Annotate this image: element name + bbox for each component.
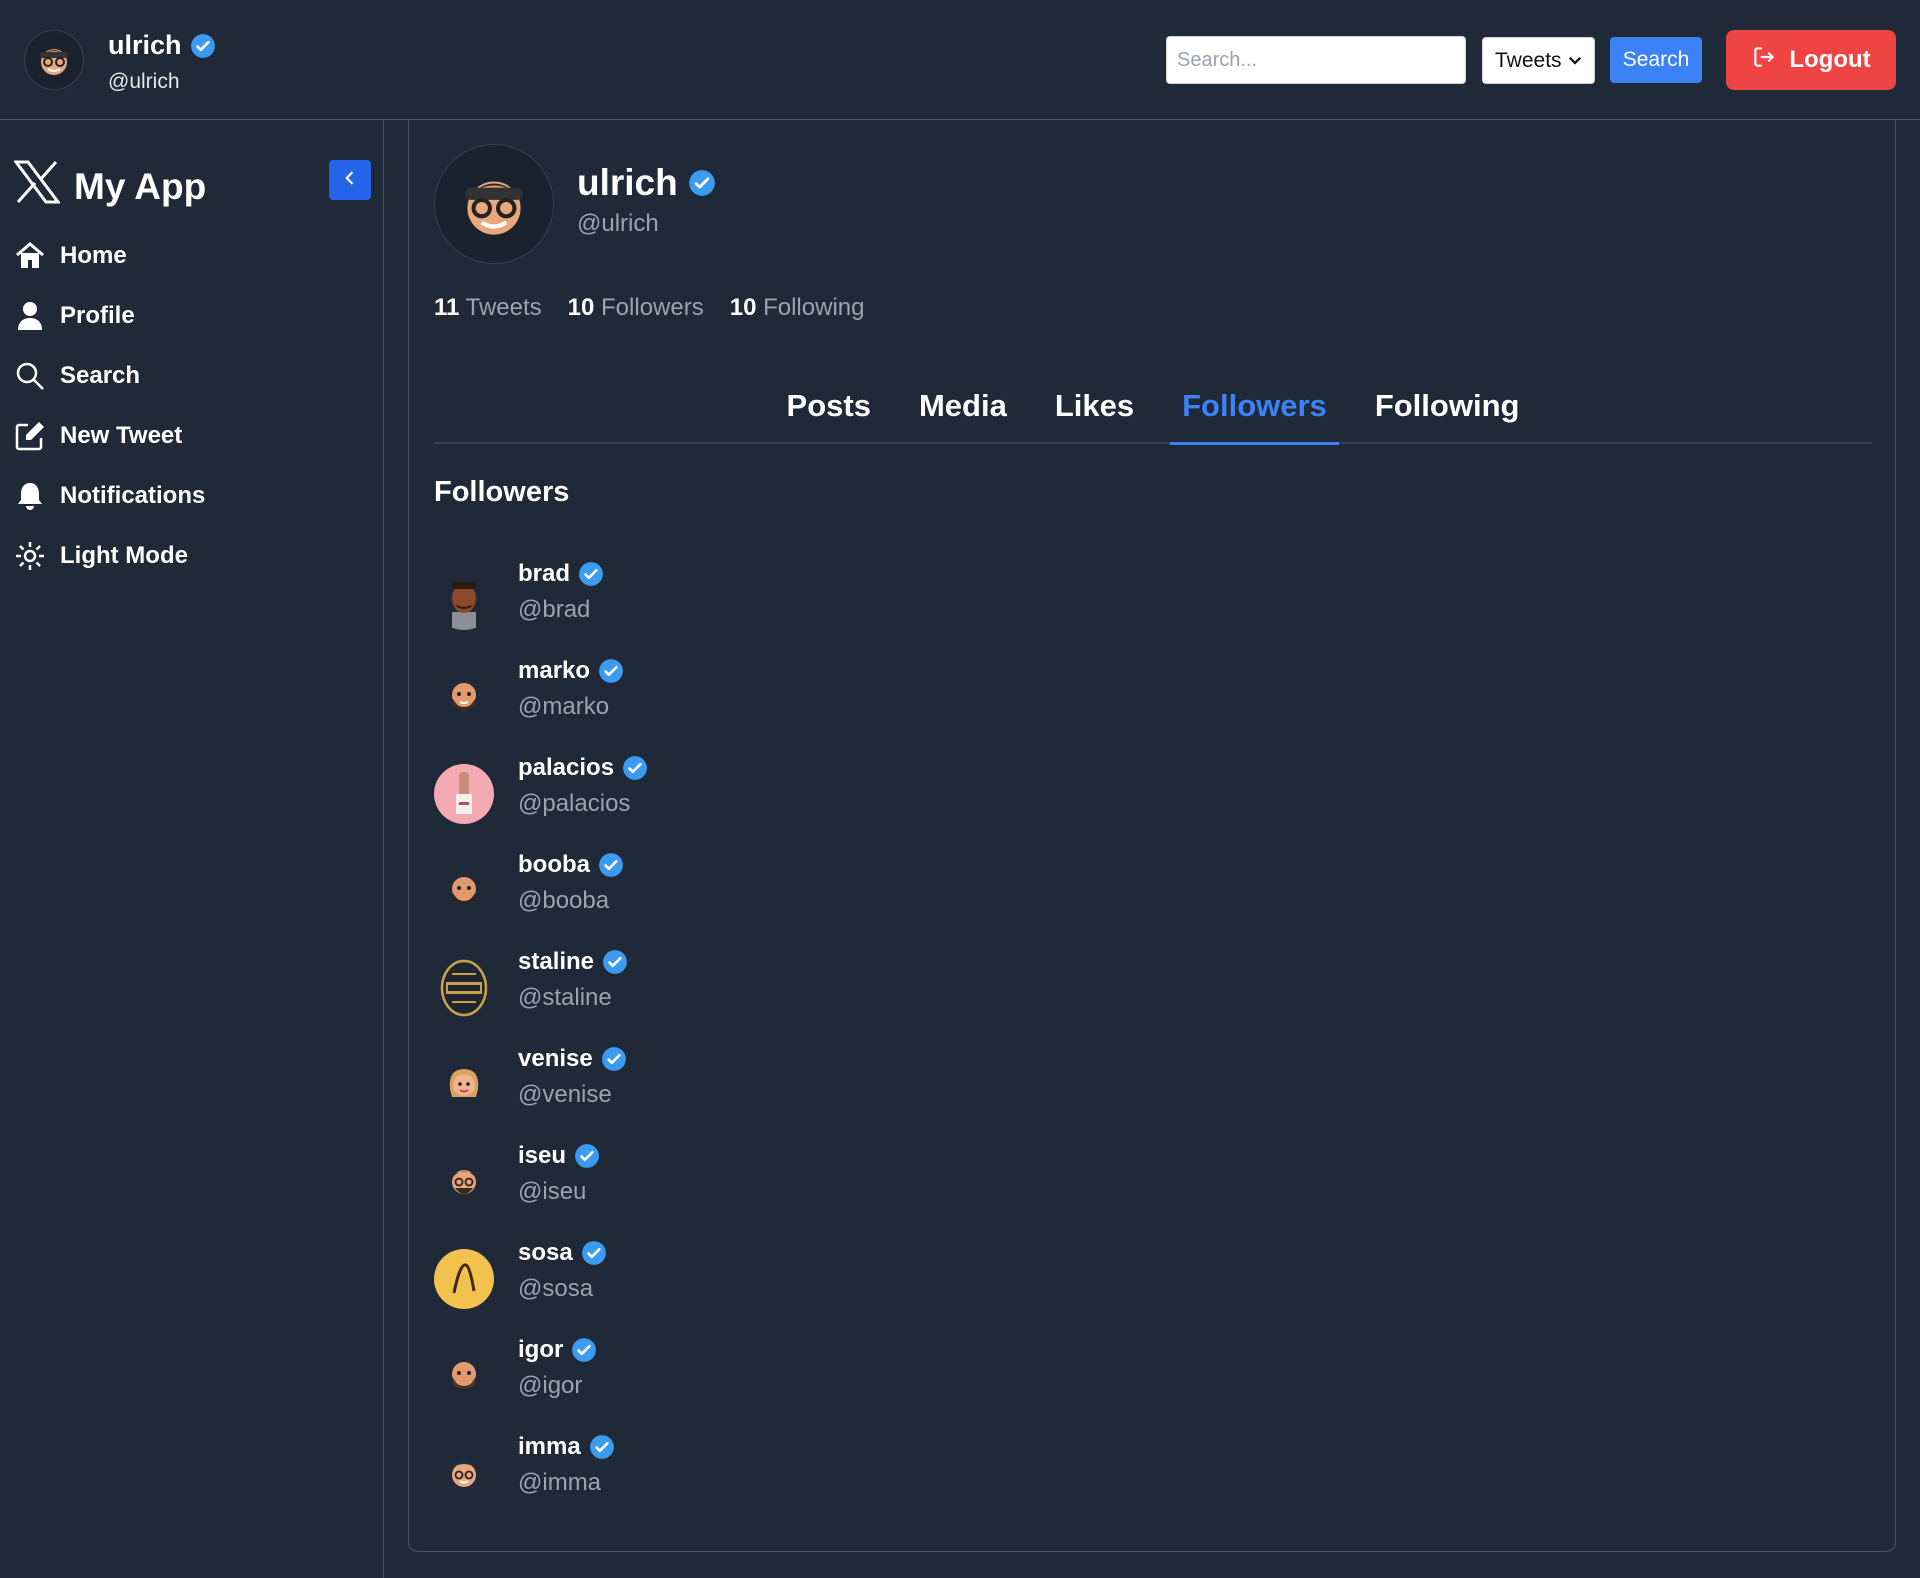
list-item[interactable]: igor @igor (434, 1336, 1034, 1433)
chevron-down-icon (1566, 51, 1584, 75)
logout-icon (1751, 44, 1777, 77)
home-icon (14, 240, 46, 272)
verified-badge-icon (190, 33, 216, 59)
list-item[interactable]: booba @booba (434, 851, 1034, 948)
list-item[interactable]: imma @imma (434, 1433, 1034, 1530)
x-logo-icon (13, 160, 61, 213)
list-item[interactable]: brad @brad (434, 560, 1034, 657)
top-header: ulrich @ulrich Tweets Search Logout (0, 0, 1920, 120)
avatar-memoji-image (465, 181, 523, 235)
profile-handle: @ulrich (577, 210, 659, 237)
verified-badge-icon (598, 852, 624, 878)
list-item[interactable]: sosa @sosa (434, 1239, 1034, 1336)
header-user-handle: @ulrich (108, 70, 180, 93)
avatar (434, 667, 494, 727)
avatar (434, 1443, 494, 1503)
profile-tabs: Posts Media Likes Followers Following (409, 388, 1897, 445)
logout-button[interactable]: Logout (1726, 30, 1896, 90)
sidebar-item-new-tweet[interactable]: New Tweet (14, 406, 205, 466)
sidebar-item-profile[interactable]: Profile (14, 286, 205, 346)
tab-likes[interactable]: Likes (1043, 388, 1146, 444)
verified-badge-icon (589, 1434, 615, 1460)
stat-followers[interactable]: 10 Followers (568, 294, 704, 322)
brand[interactable]: My App (13, 160, 206, 213)
verified-badge-icon (601, 1046, 627, 1072)
search-input[interactable] (1166, 36, 1466, 84)
verified-badge-icon (581, 1240, 607, 1266)
search-type-select[interactable]: Tweets (1482, 37, 1595, 84)
verified-badge-icon (688, 169, 716, 197)
header-avatar[interactable] (24, 30, 84, 90)
profile-card: ulrich @ulrich 11 Tweets 10 Followers 10… (408, 120, 1896, 1552)
user-icon (14, 300, 46, 332)
profile-avatar[interactable] (434, 144, 554, 264)
sidebar-item-light-mode[interactable]: Light Mode (14, 526, 205, 586)
avatar (434, 570, 494, 630)
list-item[interactable]: iseu @iseu (434, 1142, 1034, 1239)
list-item[interactable]: palacios @palacios (434, 754, 1034, 851)
search-icon (14, 360, 46, 392)
avatar (434, 1055, 494, 1115)
followers-list: brad @brad marko @marko palacios @palaci… (434, 560, 1034, 1530)
verified-badge-icon (602, 949, 628, 975)
collapse-sidebar-button[interactable] (329, 160, 371, 200)
tab-followers[interactable]: Followers (1170, 388, 1339, 445)
avatar-memoji-image (40, 49, 68, 75)
tab-posts[interactable]: Posts (775, 388, 883, 444)
avatar (434, 764, 494, 824)
verified-badge-icon (622, 755, 648, 781)
sidebar-item-search[interactable]: Search (14, 346, 205, 406)
profile-stats: 11 Tweets 10 Followers 10 Following (434, 294, 864, 322)
avatar (434, 1152, 494, 1212)
stat-tweets[interactable]: 11 Tweets (434, 294, 542, 322)
avatar (434, 861, 494, 921)
sun-icon (14, 540, 46, 572)
avatar (434, 1346, 494, 1406)
verified-badge-icon (571, 1337, 597, 1363)
list-item[interactable]: marko @marko (434, 657, 1034, 754)
header-user-name: ulrich (108, 30, 216, 61)
sidebar: My App Home Profile Search New Tweet Not… (0, 120, 384, 1578)
sidebar-item-home[interactable]: Home (14, 226, 205, 286)
verified-badge-icon (574, 1143, 600, 1169)
stat-following[interactable]: 10 Following (730, 294, 865, 322)
sidebar-nav: Home Profile Search New Tweet Notificati… (14, 226, 205, 586)
verified-badge-icon (578, 561, 604, 587)
avatar (434, 958, 494, 1018)
avatar (434, 1249, 494, 1309)
edit-icon (14, 420, 46, 452)
bell-icon (14, 480, 46, 512)
tab-media[interactable]: Media (907, 388, 1019, 444)
list-item[interactable]: venise @venise (434, 1045, 1034, 1142)
list-item[interactable]: staline @staline (434, 948, 1034, 1045)
profile-name: ulrich (577, 162, 716, 204)
search-button[interactable]: Search (1610, 37, 1702, 83)
sidebar-item-notifications[interactable]: Notifications (14, 466, 205, 526)
chevron-left-icon (340, 168, 360, 193)
tab-following[interactable]: Following (1363, 388, 1532, 444)
section-title: Followers (434, 476, 570, 508)
verified-badge-icon (598, 658, 624, 684)
